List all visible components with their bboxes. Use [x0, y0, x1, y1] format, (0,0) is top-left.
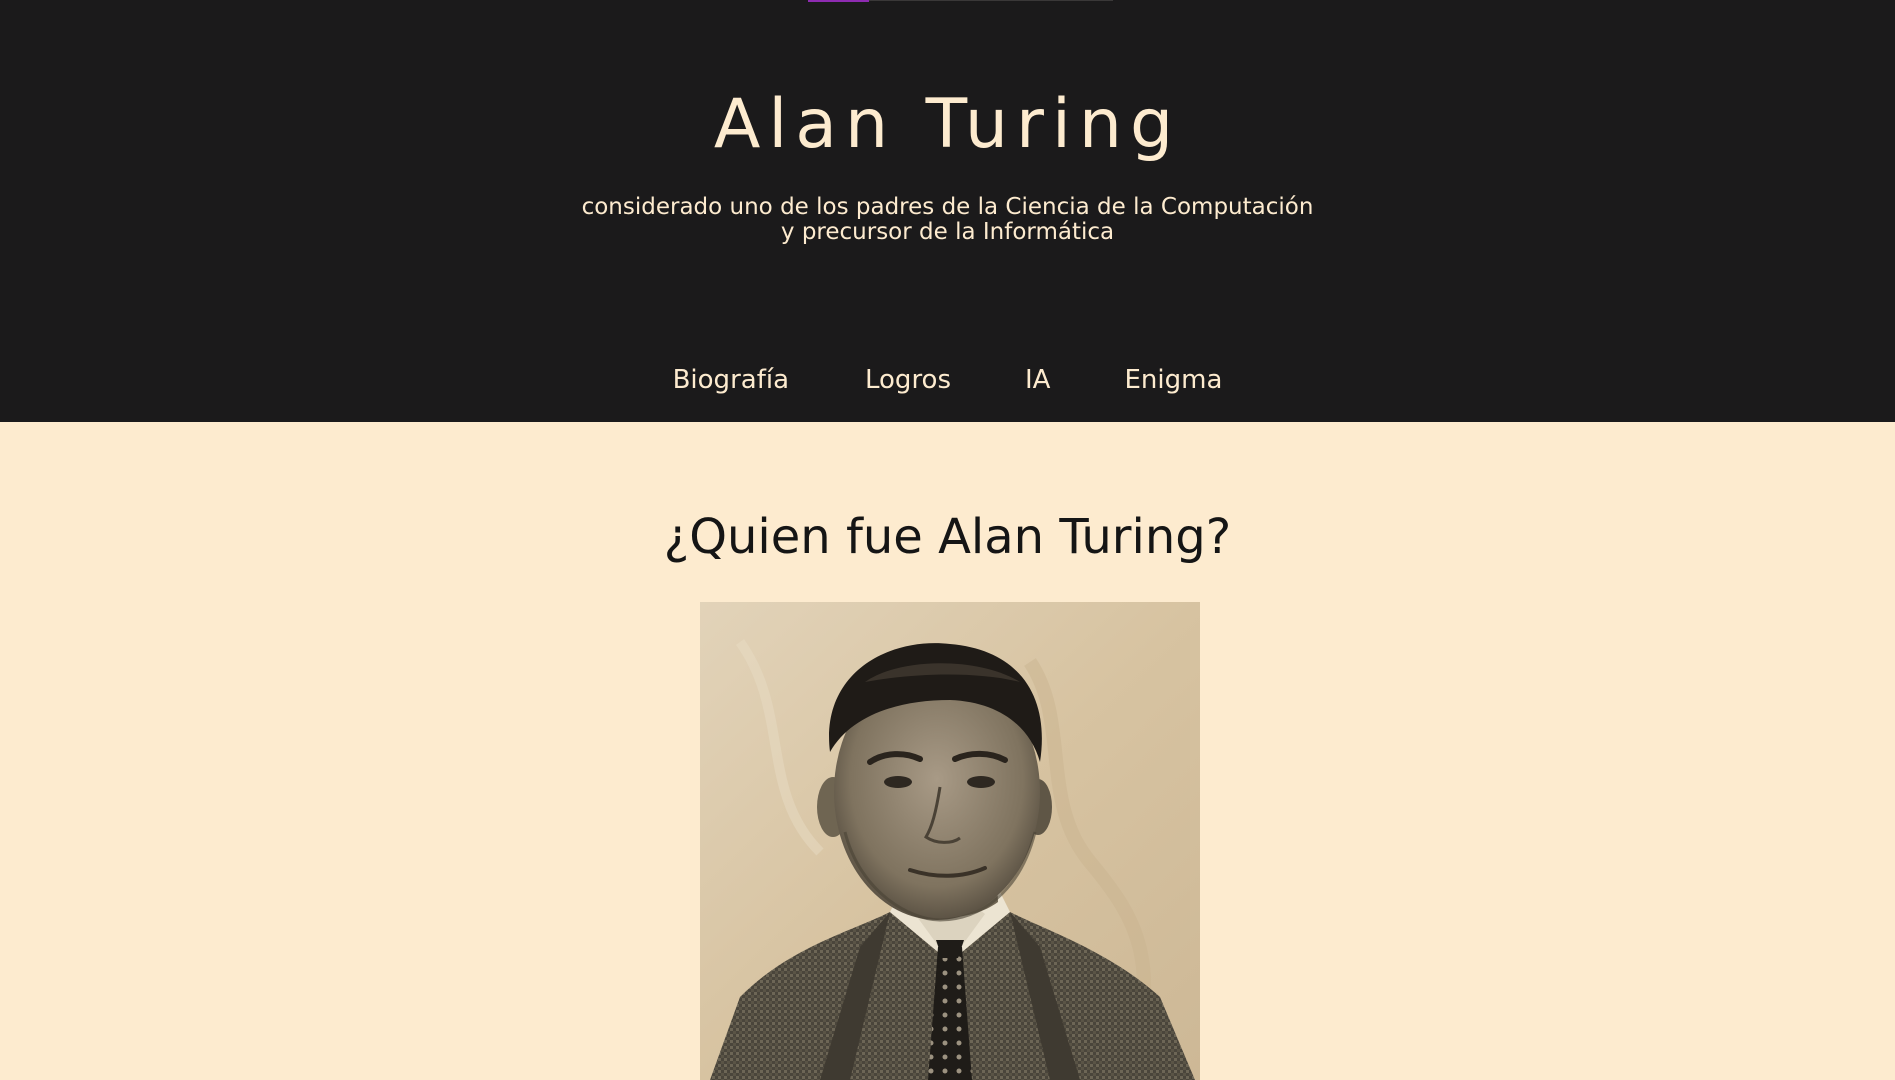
- nav-item-logros[interactable]: Logros: [865, 360, 951, 400]
- site-header: Alan Turing considerado uno de los padre…: [0, 0, 1895, 422]
- nav-item-enigma[interactable]: Enigma: [1124, 360, 1222, 400]
- site-title: Alan Turing: [713, 85, 1182, 164]
- portrait-photo: [700, 602, 1200, 1080]
- top-divider-line: [869, 0, 1113, 1]
- portrait-illustration: [700, 602, 1200, 1080]
- nav-item-biografia[interactable]: Biografía: [673, 360, 789, 400]
- subtitle-line-1: considerado uno de los padres de la Cien…: [581, 194, 1314, 220]
- main-nav: Biografía Logros IA Enigma: [0, 360, 1895, 400]
- subtitle-line-2: y precursor de la Informática: [780, 219, 1115, 245]
- nav-item-ia[interactable]: IA: [1025, 360, 1050, 400]
- section-heading: ¿Quien fue Alan Turing?: [663, 509, 1232, 565]
- site-subtitle: considerado uno de los padres de la Cien…: [0, 195, 1895, 245]
- top-accent-bar: [808, 0, 869, 2]
